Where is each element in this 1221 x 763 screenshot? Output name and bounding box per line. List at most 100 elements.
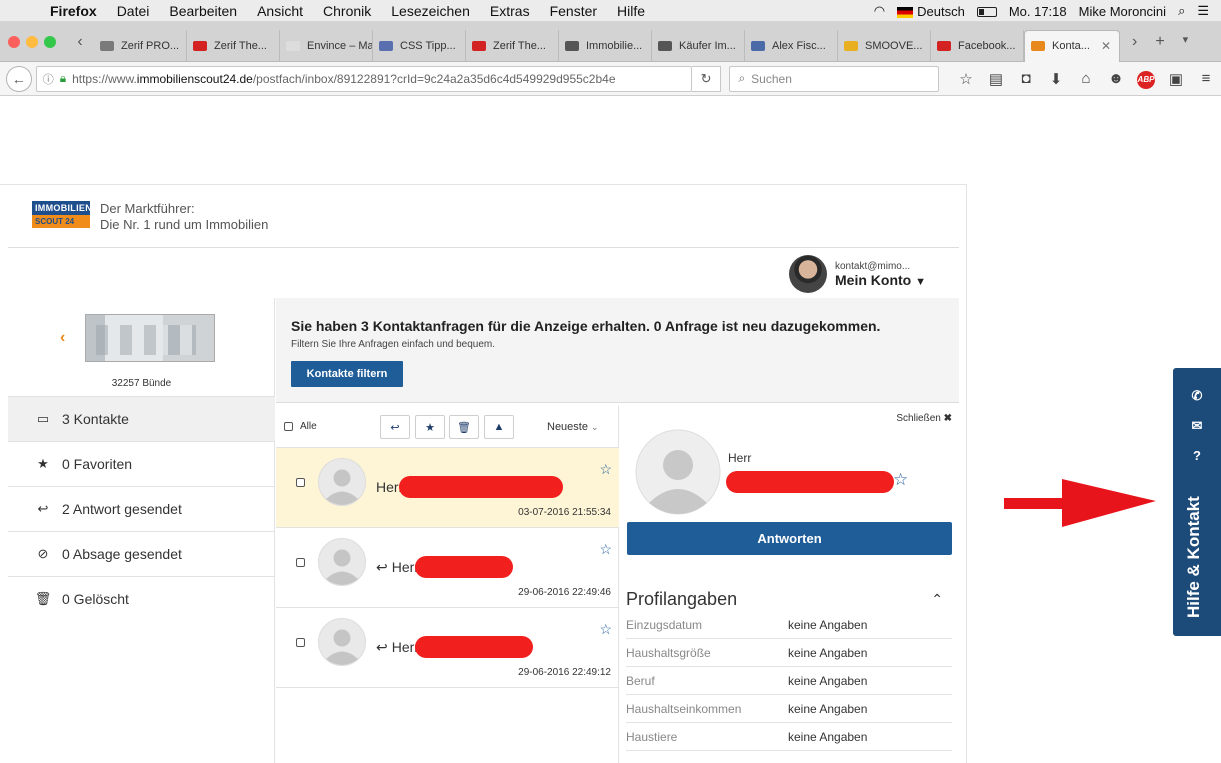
tab-scroll-right-icon[interactable]: › [1132,33,1137,51]
message-checkbox[interactable] [296,638,305,647]
downloads-icon[interactable]: ⬇ [1041,70,1071,88]
browser-tab[interactable]: Zerif PRO... [94,29,187,62]
reply-answer-button[interactable]: Antworten [627,522,952,555]
browser-tab[interactable]: CSS Tipp... [373,29,466,62]
menu-fenster[interactable]: Fenster [550,3,597,19]
close-detail-button[interactable]: Schließen ✖ [896,413,952,424]
navigation-toolbar: ← ⓘ 🔒︎ https://www. immobilienscout24.de /… [0,62,1221,96]
sidebar-item[interactable]: ★ 0 Favoriten [8,441,275,486]
profile-key: Haustiere [626,729,678,744]
browser-tab[interactable]: Alex Fisc... [745,29,838,62]
report-button[interactable]: ▲ [484,415,514,439]
redacted-name [414,556,513,578]
new-tab-icon[interactable]: + [1155,33,1164,51]
browser-tab[interactable]: Konta... ✕ [1024,29,1120,62]
notification-center-icon[interactable]: ☰ [1197,3,1209,19]
sidebar-item[interactable]: ⊘ 0 Absage gesendet [8,531,275,576]
close-window-button[interactable] [8,35,20,48]
sender-avatar [318,538,366,586]
profile-value: keine Angaben [788,729,868,744]
german-flag-icon [897,6,914,18]
favorite-star-icon[interactable]: ☆ [599,461,612,478]
mail-icon[interactable]: ✉ [1173,418,1221,434]
sidebar-item[interactable]: ↩ 2 Antwort gesendet [8,486,275,531]
browser-tab[interactable]: Zerif The... [466,29,559,62]
browser-tab[interactable]: Immobilie... [559,29,652,62]
address-bar[interactable]: ⓘ 🔒︎ https://www. immobilienscout24.de/po… [35,65,692,92]
hamburger-menu-icon[interactable]: ≡ [1191,70,1221,87]
info-icon[interactable]: ⓘ [43,71,54,87]
minimize-window-button[interactable] [26,35,38,48]
tab-list-chevron-icon[interactable]: ▾ [1183,33,1189,51]
message-checkbox[interactable] [296,478,305,487]
sidebar-item[interactable]: 🗑 0 Gelöscht [8,576,275,621]
lock-icon[interactable]: 🔒︎ [60,71,66,86]
message-row[interactable]: Herr ☆ 03-07-2016 21:55:34 [276,448,619,528]
menu-lesezeichen[interactable]: Lesezeichen [391,3,470,19]
sender-avatar [318,458,366,506]
user-name[interactable]: Mike Moroncini [1079,4,1166,19]
clock[interactable]: Mo. 17:18 [1009,4,1067,19]
language-indicator[interactable]: Deutsch [897,4,965,19]
maximize-window-button[interactable] [44,35,56,48]
browser-tab[interactable]: Zerif The... [187,29,280,62]
banner-subtext: Filtern Sie Ihre Anfragen einfach und be… [291,339,496,350]
back-chevron-icon[interactable]: ‹ [60,329,65,347]
menu-datei[interactable]: Datei [117,3,150,19]
menu-extras[interactable]: Extras [490,3,530,19]
browser-tab[interactable]: Envince – Ma... [280,29,373,62]
favorite-star-icon[interactable]: ☆ [893,470,908,490]
reply-button[interactable]: ↩ [380,415,410,439]
menu-app-name[interactable]: Firefox [50,3,97,19]
trash-icon: 🗑 [457,421,471,434]
reading-list-icon[interactable]: ▤ [981,70,1011,88]
filter-contacts-button[interactable]: Kontakte filtern [291,361,403,387]
sidebar-item-label: 0 Gelöscht [62,591,129,607]
select-all-checkbox[interactable] [284,422,293,431]
profile-row: Beruf keine Angaben [626,667,952,695]
browser-tab-bar: ‹ Zerif PRO... Zerif The... Envince – Ma..… [0,22,1221,62]
question-icon[interactable]: ? [1173,448,1221,463]
extension-icon[interactable]: ▣ [1161,70,1191,88]
sidebar-item[interactable]: ▭ 3 Kontakte [8,396,275,441]
menu-chronik[interactable]: Chronik [323,3,371,19]
browser-tab[interactable]: Facebook... [931,29,1024,62]
message-checkbox[interactable] [296,558,305,567]
immoscout-logo[interactable]: IMMOBILIEN SCOUT 24 [32,201,92,228]
close-tab-icon[interactable]: ✕ [1101,39,1111,53]
help-contact-tab[interactable]: ✆ ✉ ? Hilfe & Kontakt [1173,368,1221,636]
profile-value: keine Angaben [788,701,868,716]
pocket-icon[interactable]: ◘ [1011,70,1041,87]
reload-button[interactable]: ↻ [691,65,722,92]
message-row[interactable]: ↩ Herr ☆ 29-06-2016 22:49:12 [276,608,619,688]
select-all[interactable]: Alle [284,421,317,432]
battery-icon[interactable] [976,4,997,19]
sidebar-item-label: 0 Favoriten [62,456,133,472]
favorite-star-icon[interactable]: ☆ [599,541,612,558]
phone-icon[interactable]: ✆ [1173,388,1221,404]
wifi-icon[interactable]: ◠ [874,3,885,19]
account-menu[interactable]: kontakt@mimo... Mein Konto ▼ [789,255,926,293]
info-banner: Sie haben 3 Kontaktanfragen für die Anze… [276,298,959,403]
spotlight-icon[interactable]: ⌕ [1178,3,1185,19]
browser-tab[interactable]: Käufer Im... [652,29,745,62]
adblock-icon[interactable]: ABP [1131,69,1161,89]
menu-ansicht[interactable]: Ansicht [257,3,303,19]
menu-hilfe[interactable]: Hilfe [617,3,645,19]
back-button[interactable]: ← [6,65,32,92]
tab-scroll-left-icon[interactable]: ‹ [72,33,88,51]
favorite-button[interactable]: ★ [415,415,445,439]
menu-bearbeiten[interactable]: Bearbeiten [169,3,237,19]
tab-favicon-icon [193,40,207,51]
home-icon[interactable]: ⌂ [1071,70,1101,87]
favorite-star-icon[interactable]: ☆ [599,621,612,638]
browser-tab[interactable]: SMOOVE... [838,29,931,62]
search-input[interactable]: ⌕ Suchen [729,65,939,92]
sort-dropdown[interactable]: Neueste ⌄ [547,421,599,433]
delete-button[interactable]: 🗑 [449,415,479,439]
property-thumbnail[interactable] [85,314,215,362]
chat-icon[interactable]: ☻ [1101,70,1131,87]
message-row[interactable]: ↩ Herr ☆ 29-06-2016 22:49:46 [276,528,619,608]
bookmark-star-icon[interactable]: ☆ [951,70,981,88]
chevron-up-icon[interactable]: ⌃ [931,591,943,608]
